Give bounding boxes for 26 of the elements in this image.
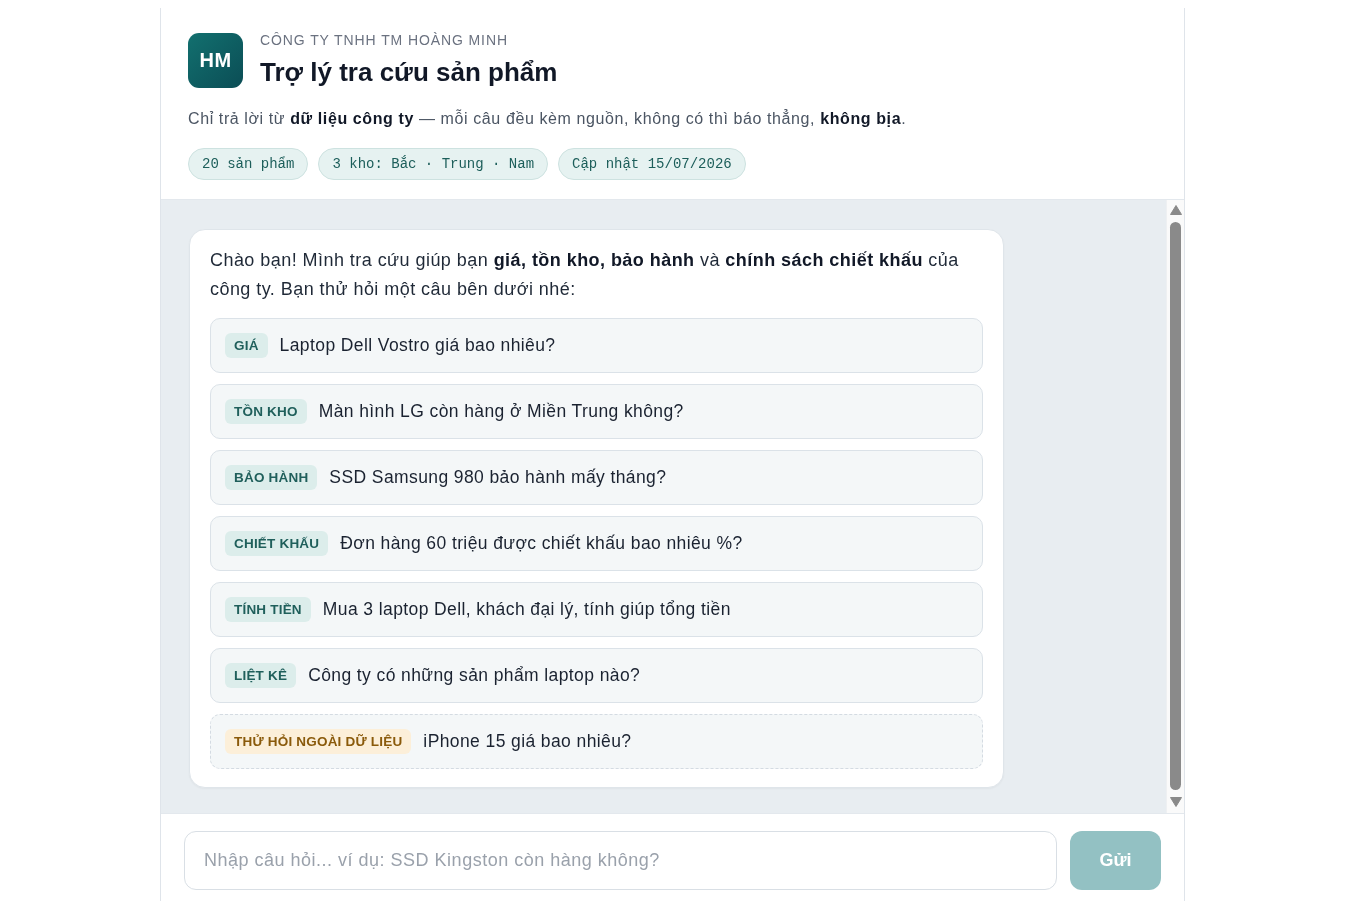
suggestion-button[interactable]: CHIẾT KHẤU Đơn hàng 60 triệu được chiết khấu bao nhiêu %?	[210, 516, 983, 571]
scroll-up-icon[interactable]	[1169, 205, 1182, 215]
scrollbar-thumb[interactable]	[1170, 222, 1181, 790]
category-tag: LIỆT KÊ	[225, 663, 297, 688]
suggestion-button[interactable]: TỒN KHO Màn hình LG còn hàng ở Miền Trung không?	[210, 384, 983, 439]
company-logo: HM	[188, 33, 243, 88]
scrollbar[interactable]	[1166, 200, 1184, 813]
category-tag: CHIẾT KHẤU	[225, 531, 329, 556]
category-tag: GIÁ	[225, 333, 268, 358]
message-text: Chào bạn! Mình tra cứu giúp bạn giá, tồn kho, bảo hành và chính sách chiết khấu của công ty. Bạn thử hỏi một câu bên dưới nhé:	[210, 249, 960, 301]
category-tag: TỒN KHO	[225, 399, 307, 424]
suggestion-button[interactable]: LIỆT KÊ Công ty có những sản phẩm laptop nào?	[210, 648, 983, 703]
suggestion-button[interactable]: THỬ HỎI NGOÀI DỮ LIỆU iPhone 15 giá bao nhiêu?	[210, 714, 983, 769]
info-pill: 3 kho: Bắc · Trung · Nam	[318, 148, 549, 180]
company-name: CÔNG TY TNHH TM HOÀNG MINH	[260, 33, 509, 47]
suggestion-button[interactable]: TÍNH TIỀN Mua 3 laptop Dell, khách đại lý, tính giúp tổng tiền	[210, 582, 983, 637]
suggestion-button[interactable]: GIÁ Laptop Dell Vostro giá bao nhiêu?	[210, 318, 983, 373]
description-text: Chỉ trả lời từ dữ liệu công ty — mỗi câu đều kèm nguồn, không có thì báo thẳng, không bịa.	[188, 108, 908, 129]
info-pill: Cập nhật 15/07/2026	[558, 148, 746, 180]
category-tag: TÍNH TIỀN	[225, 597, 311, 622]
suggestion-button[interactable]: BẢO HÀNH SSD Samsung 980 bảo hành mấy tháng?	[210, 450, 983, 505]
scroll-down-icon[interactable]	[1169, 797, 1182, 807]
category-tag: BẢO HÀNH	[225, 465, 318, 490]
info-pill: 20 sản phẩm	[188, 148, 309, 180]
category-tag: THỬ HỎI NGOÀI DỮ LIỆU	[225, 729, 412, 754]
page-title: Trợ lý tra cứu sản phẩm	[260, 56, 558, 88]
